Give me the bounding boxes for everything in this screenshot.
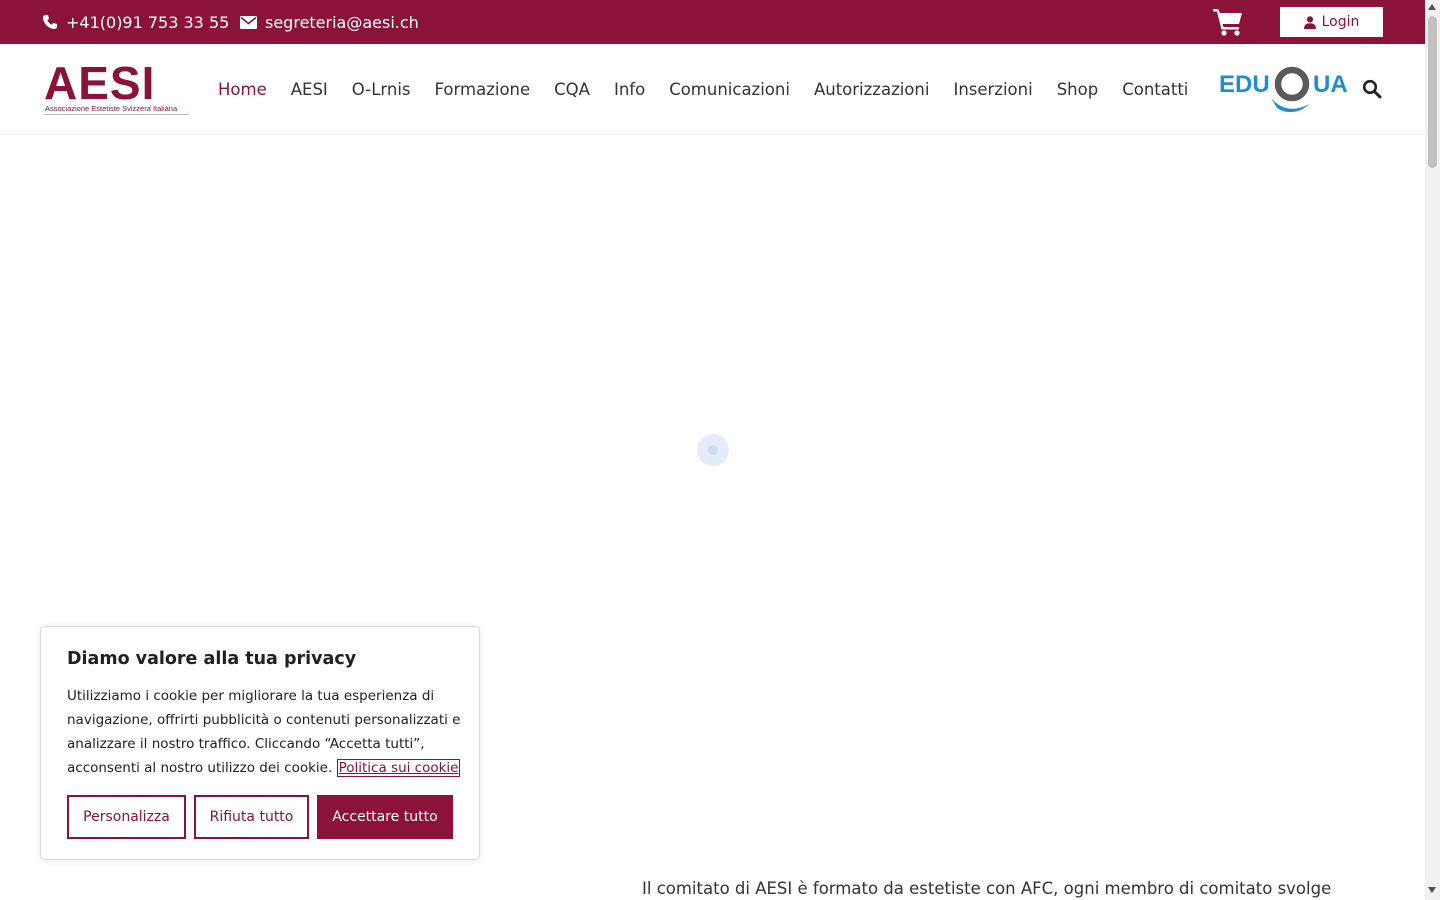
user-icon: [1303, 15, 1316, 29]
eduqua-logo[interactable]: EDU UA: [1219, 64, 1351, 116]
svg-text:EDU: EDU: [1219, 71, 1270, 98]
envelope-icon: [240, 15, 257, 29]
aesi-logo[interactable]: AESI Associazione Estetiste Svizzera Ita…: [44, 57, 189, 118]
phone-contact[interactable]: +41(0)91 753 33 55: [42, 0, 229, 44]
main-nav: Home AESI O-Lrnis Formazione CQA Info Co…: [218, 44, 1212, 134]
cart-button[interactable]: [1213, 8, 1245, 36]
shopping-cart-icon: [1213, 9, 1242, 36]
reject-all-button[interactable]: Rifiuta tutto: [194, 795, 309, 839]
nav-home[interactable]: Home: [218, 80, 267, 99]
scrollbar-thumb[interactable]: [1428, 16, 1437, 168]
page-scrollbar[interactable]: [1425, 0, 1440, 900]
nav-shop[interactable]: Shop: [1057, 80, 1099, 99]
search-button[interactable]: [1362, 79, 1382, 99]
nav-o-lrnis[interactable]: O-Lrnis: [352, 80, 411, 99]
accept-all-button[interactable]: Accettare tutto: [317, 795, 453, 839]
logo-subtitle: Associazione Estetiste Svizzera Italiana: [45, 104, 178, 113]
search-icon: [1362, 79, 1382, 99]
scroll-up-icon[interactable]: [1428, 4, 1436, 10]
phone-number: +41(0)91 753 33 55: [66, 12, 230, 32]
nav-info[interactable]: Info: [614, 80, 645, 99]
intro-text: Il comitato di AESI è formato da estetis…: [642, 879, 1332, 898]
customize-button[interactable]: Personalizza: [67, 795, 186, 839]
cookie-banner: Diamo valore alla tua privacy Utilizziam…: [40, 626, 480, 860]
nav-comunicazioni[interactable]: Comunicazioni: [669, 80, 790, 99]
nav-contatti[interactable]: Contatti: [1122, 80, 1188, 99]
logo-divider: [44, 114, 189, 115]
loading-spinner: [697, 434, 729, 466]
nav-inserzioni[interactable]: Inserzioni: [953, 80, 1032, 99]
login-label: Login: [1321, 14, 1360, 30]
scroll-down-icon[interactable]: [1428, 887, 1436, 893]
site-header: AESI Associazione Estetiste Svizzera Ita…: [0, 44, 1425, 135]
eduqua-logo-graphic: EDU UA: [1219, 66, 1348, 113]
phone-icon: [43, 15, 57, 29]
loading-spinner-dot: [708, 445, 718, 455]
svg-text:UA: UA: [1313, 71, 1348, 98]
top-bar: +41(0)91 753 33 55 segreteria@aesi.ch Lo…: [0, 0, 1425, 44]
nav-formazione[interactable]: Formazione: [435, 80, 531, 99]
nav-autorizzazioni[interactable]: Autorizzazioni: [814, 80, 930, 99]
logo-text: AESI: [44, 57, 156, 109]
cookie-text: Utilizziamo i cookie per migliorare la t…: [67, 684, 462, 780]
nav-aesi[interactable]: AESI: [291, 80, 328, 99]
email-address: segreteria@aesi.ch: [265, 12, 419, 32]
login-button[interactable]: Login: [1280, 7, 1383, 37]
email-contact[interactable]: segreteria@aesi.ch: [240, 0, 419, 44]
cookie-title: Diamo valore alla tua privacy: [67, 649, 357, 669]
cookie-policy-link[interactable]: Politica sui cookie: [336, 759, 461, 777]
nav-cqa[interactable]: CQA: [554, 80, 590, 99]
